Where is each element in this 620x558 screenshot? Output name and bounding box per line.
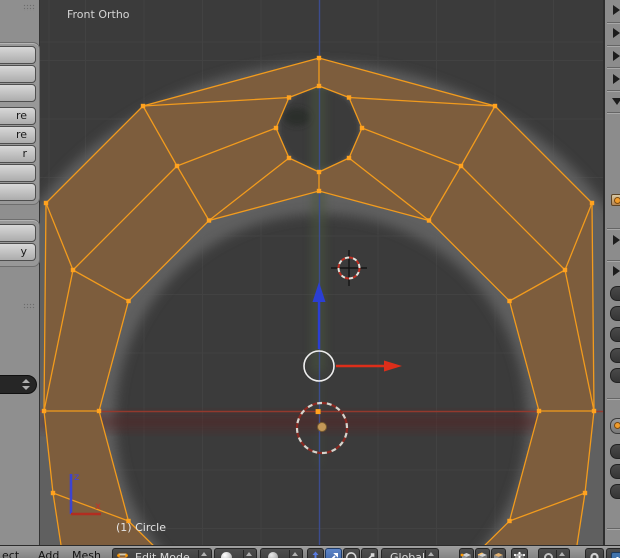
panel-expand-icon[interactable] <box>613 74 620 84</box>
panel-expand-icon[interactable] <box>613 51 620 61</box>
mode-dropdown-value: Edit Mode <box>135 551 190 558</box>
viewport-3d[interactable]: z x Front Ortho (1) Circle <box>40 0 603 545</box>
snap-toggle-button[interactable] <box>585 548 604 558</box>
tool-button[interactable]: r <box>0 145 36 163</box>
vertex-mode-cube-icon <box>460 553 471 558</box>
blender-window: z x Front Ortho (1) Circle re re r y ect… <box>0 0 620 558</box>
value-slider-edge[interactable] <box>610 306 620 321</box>
occlude-geometry-button[interactable] <box>511 548 528 558</box>
menu-add[interactable]: Add <box>38 549 59 558</box>
proportional-edit-icon <box>544 553 553 558</box>
snap-element-dropdown[interactable] <box>606 548 620 558</box>
dropdown-arrows-icon <box>425 550 437 558</box>
gizmo-z-label: z <box>74 472 79 483</box>
panel-separator <box>607 67 620 68</box>
value-slider-edge[interactable] <box>610 327 620 342</box>
magnet-icon <box>590 552 599 558</box>
stepper-up-icon[interactable] <box>22 379 30 383</box>
viewport-canvas[interactable]: z x Front Ortho (1) Circle <box>40 0 603 545</box>
shading-dropdown[interactable] <box>214 548 257 558</box>
panel-separator <box>607 45 620 46</box>
pivot-icon <box>268 552 278 558</box>
origin-dot <box>317 422 327 432</box>
maroon-axis-smudge <box>40 414 585 430</box>
vertex-select-mode-button[interactable] <box>459 548 474 558</box>
tool-button[interactable]: re <box>0 126 36 144</box>
panel-separator <box>607 398 620 399</box>
scale-manipulator-button[interactable] <box>361 548 378 558</box>
manipulator-axis-icon <box>312 551 319 558</box>
shading-sphere-icon <box>221 552 232 558</box>
dropdown-arrows-icon <box>556 550 568 558</box>
panel-separator <box>607 90 620 91</box>
view-name-label: Front Ortho <box>67 8 130 21</box>
snap-element-icon <box>611 552 620 558</box>
tool-button[interactable] <box>0 84 36 102</box>
cursor-3d[interactable] <box>331 250 367 286</box>
stepper-down-icon[interactable] <box>22 386 30 390</box>
value-slider-edge[interactable] <box>610 368 620 383</box>
value-slider-edge[interactable] <box>610 348 620 363</box>
region-grip-handle[interactable] <box>23 4 35 11</box>
dropdown-arrows-icon <box>198 550 210 558</box>
panel-expand-icon[interactable] <box>613 235 620 245</box>
value-slider-edge[interactable] <box>610 464 620 479</box>
menu-select[interactable]: ect <box>2 549 19 558</box>
panel-separator <box>607 260 620 261</box>
mode-dropdown[interactable]: Edit Mode <box>112 548 212 558</box>
panel-expand-icon[interactable] <box>613 5 620 15</box>
edge-mode-cube-icon <box>477 552 487 558</box>
rotate-arc-icon <box>345 552 357 558</box>
material-icon <box>611 194 620 206</box>
tool-button[interactable] <box>0 46 36 64</box>
translate-manipulator-button[interactable] <box>325 548 342 558</box>
tool-button[interactable] <box>0 183 36 201</box>
dropdown-arrows-icon <box>289 550 301 558</box>
panel-separator <box>607 22 620 23</box>
translate-arrow-icon <box>331 553 338 558</box>
occlude-cube-icon <box>513 551 526 558</box>
value-slider-edge[interactable] <box>610 286 620 301</box>
panel-grip-handle[interactable] <box>23 303 35 310</box>
rotate-manipulator-button[interactable] <box>343 548 360 558</box>
properties-region <box>603 0 620 545</box>
value-slider-edge[interactable] <box>610 484 620 499</box>
tool-shelf: re re r y <box>0 0 40 545</box>
tool-button[interactable] <box>0 164 36 182</box>
hole-dark-blob <box>284 108 310 126</box>
pivot-dropdown[interactable] <box>260 548 303 558</box>
tool-button[interactable]: re <box>0 107 36 125</box>
panel-separator <box>607 228 620 229</box>
number-stepper-field[interactable] <box>0 375 37 394</box>
face-select-mode-button[interactable] <box>491 548 506 558</box>
panel-expand-icon[interactable] <box>613 266 620 276</box>
tool-button[interactable] <box>0 224 36 242</box>
orientation-dropdown-value: Global <box>390 551 426 558</box>
edge-select-mode-button[interactable] <box>475 548 490 558</box>
panel-separator <box>607 112 620 113</box>
active-object-label: (1) Circle <box>116 521 166 534</box>
panel-collapse-icon[interactable] <box>612 98 620 105</box>
tool-button[interactable] <box>0 65 36 83</box>
manipulator-x-arrowhead <box>384 360 402 372</box>
edit-mode-icon <box>117 552 128 558</box>
manipulator-toggle-button[interactable] <box>307 548 324 558</box>
toggle-button-edge[interactable] <box>610 418 620 434</box>
gizmo-x-label: x <box>95 501 101 512</box>
menu-mesh[interactable]: Mesh <box>72 549 101 558</box>
viewport-header: ect Add Mesh Edit Mode Global <box>0 545 620 558</box>
scale-icon <box>368 553 375 558</box>
face-mode-cube-icon <box>494 553 503 558</box>
dropdown-arrows-icon <box>243 550 255 558</box>
panel-expand-icon[interactable] <box>613 28 620 38</box>
tool-button[interactable]: y <box>0 243 36 261</box>
orientation-dropdown[interactable]: Global <box>381 548 439 558</box>
proportional-edit-dropdown[interactable] <box>538 548 570 558</box>
value-slider-edge[interactable] <box>610 444 620 459</box>
panel-separator <box>607 528 620 529</box>
